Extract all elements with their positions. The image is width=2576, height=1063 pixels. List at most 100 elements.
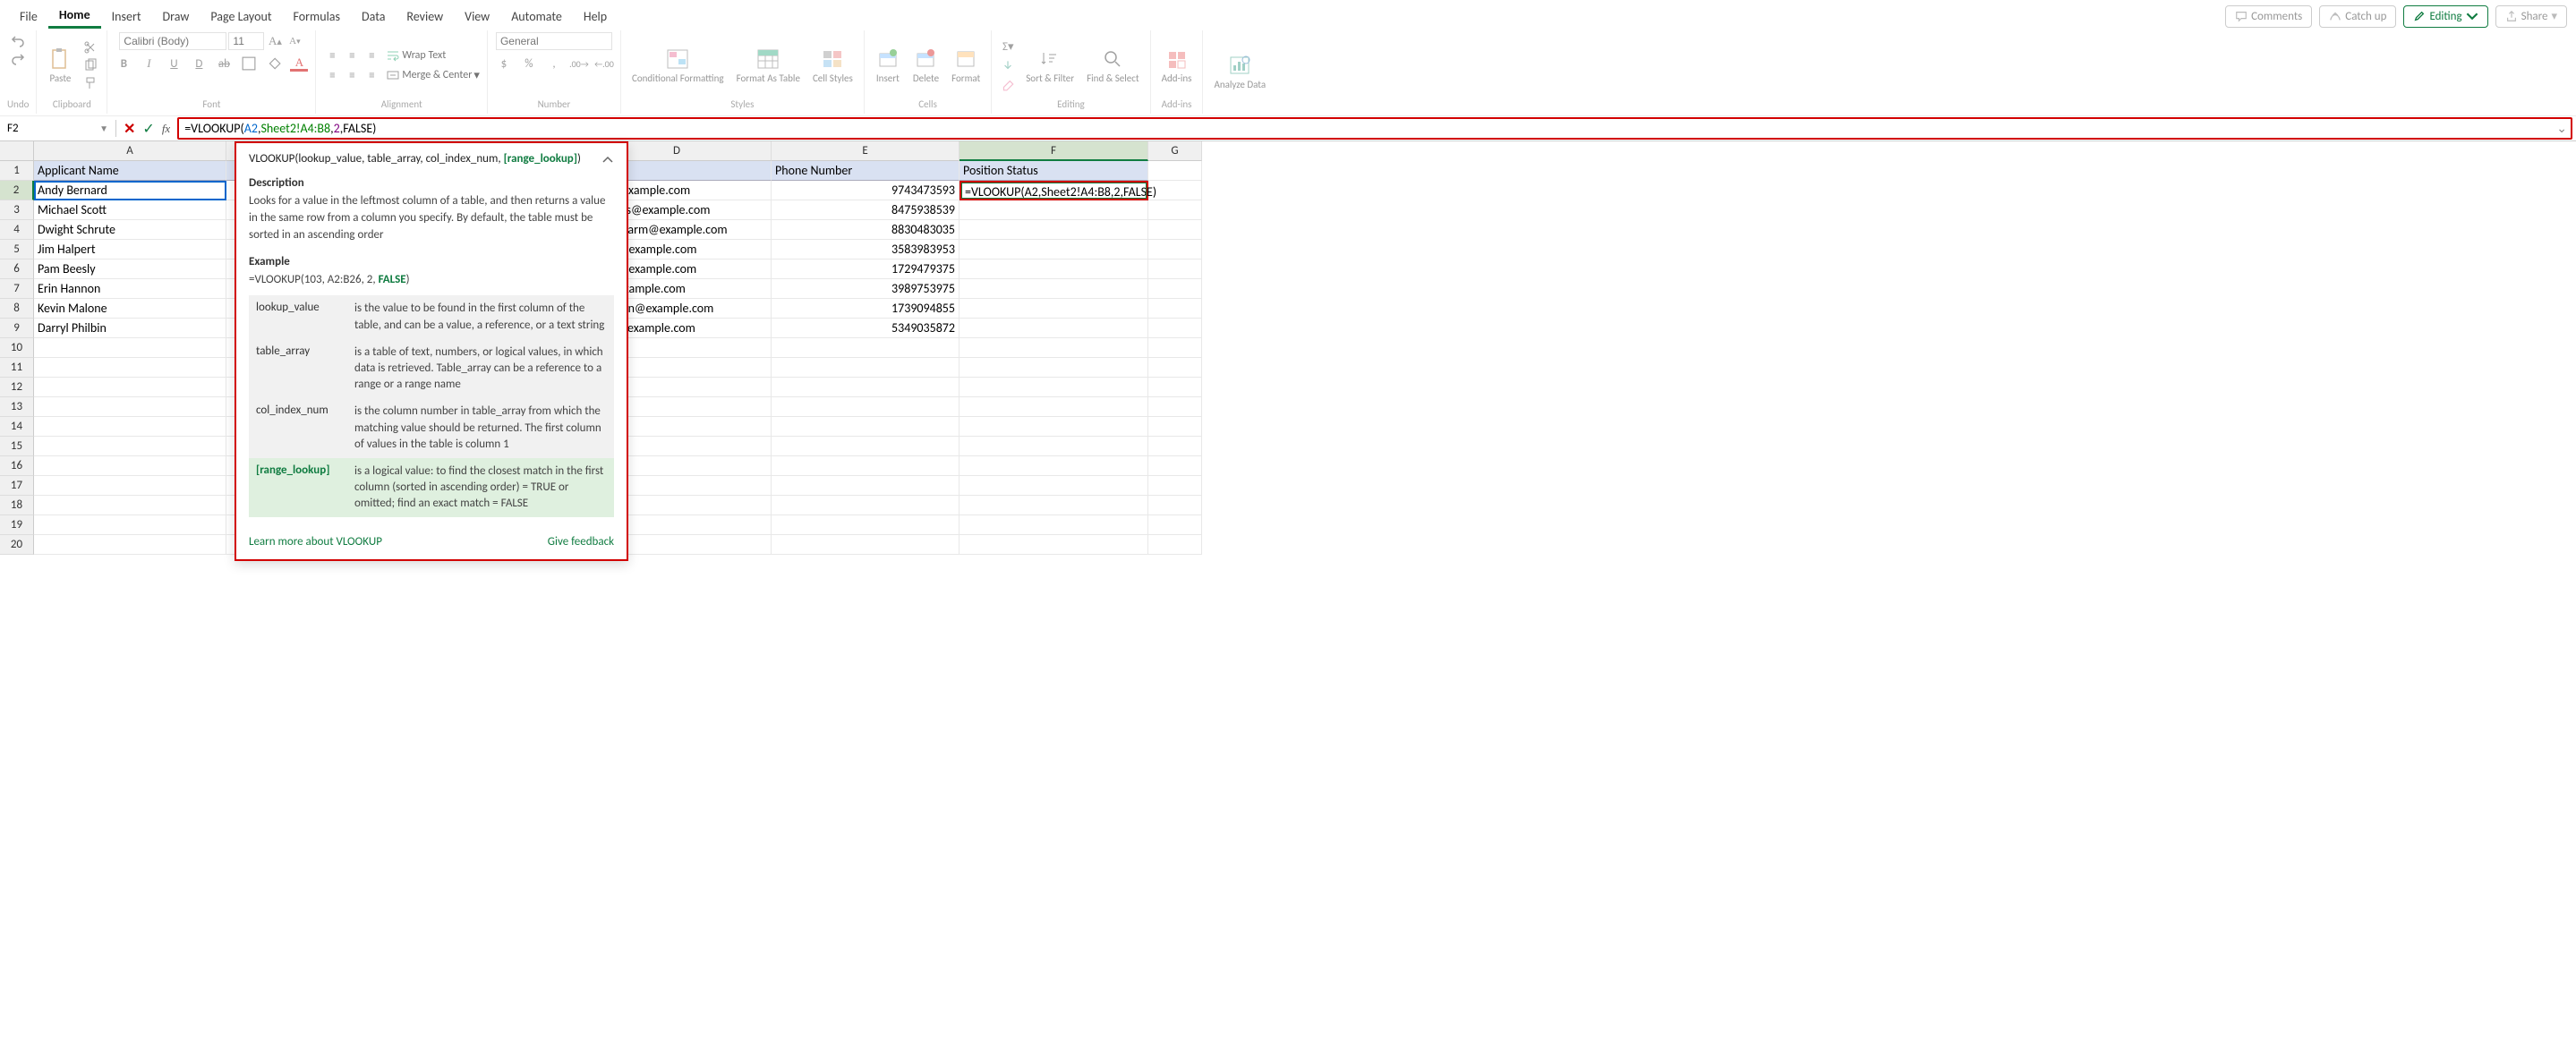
align-bottom-button[interactable]: ≡ [363, 47, 380, 64]
row-header[interactable]: 11 [0, 358, 34, 378]
tab-view[interactable]: View [454, 5, 500, 28]
cell-E20[interactable] [772, 535, 960, 555]
number-format-select[interactable] [496, 32, 612, 50]
cell-A3[interactable]: Michael Scott [34, 200, 226, 220]
tab-help[interactable]: Help [573, 5, 618, 28]
cell-F2[interactable]: =VLOOKUP(A2,Sheet2!A4:B8,2,FALSE) [960, 181, 1148, 200]
tab-page-layout[interactable]: Page Layout [200, 5, 282, 28]
cell-F20[interactable] [960, 535, 1148, 555]
tab-home[interactable]: Home [48, 4, 101, 29]
row-header[interactable]: 20 [0, 535, 34, 555]
cell-A7[interactable]: Erin Hannon [34, 279, 226, 299]
cell-G11[interactable] [1148, 358, 1202, 378]
col-header-A[interactable]: A [34, 141, 226, 161]
cell-G17[interactable] [1148, 476, 1202, 496]
cell-G10[interactable] [1148, 338, 1202, 358]
cell-F10[interactable] [960, 338, 1148, 358]
redo-button[interactable] [9, 50, 27, 66]
format-cells-button[interactable]: Format [948, 45, 984, 86]
cell-F9[interactable] [960, 319, 1148, 338]
cell-F16[interactable] [960, 456, 1148, 476]
font-family-select[interactable] [119, 32, 226, 50]
tab-review[interactable]: Review [396, 5, 454, 28]
cell-A14[interactable] [34, 417, 226, 437]
formula-expand-button[interactable]: ⌄ [2556, 121, 2567, 136]
col-header-G[interactable]: G [1148, 141, 1202, 161]
cell-G13[interactable] [1148, 397, 1202, 417]
cell-G7[interactable] [1148, 279, 1202, 299]
align-left-button[interactable]: ≡ [323, 67, 341, 83]
row-header[interactable]: 16 [0, 456, 34, 476]
tooltip-collapse-button[interactable] [601, 155, 614, 164]
delete-cells-button[interactable]: Delete [909, 45, 943, 86]
bold-button[interactable]: B [115, 55, 132, 72]
formula-input[interactable]: =VLOOKUP(A2,Sheet2!A4:B8,2,FALSE) ⌄ [177, 117, 2572, 140]
catchup-button[interactable]: Catch up [2319, 5, 2396, 28]
decrease-font-button[interactable]: A▾ [286, 33, 303, 49]
tab-draw[interactable]: Draw [152, 5, 200, 28]
percent-button[interactable]: % [520, 55, 538, 72]
sort-filter-button[interactable]: Sort & Filter [1022, 45, 1078, 86]
cell-A18[interactable] [34, 496, 226, 515]
cell-E16[interactable] [772, 456, 960, 476]
underline-button[interactable]: U [165, 55, 183, 72]
formula-cancel-button[interactable]: ✕ [124, 120, 135, 138]
cell-E5[interactable]: 3583983953 [772, 240, 960, 259]
align-middle-button[interactable]: ≡ [343, 47, 361, 64]
cell-G18[interactable] [1148, 496, 1202, 515]
strikethrough-button[interactable]: ab [215, 55, 233, 72]
cell-F7[interactable] [960, 279, 1148, 299]
font-color-button[interactable]: A [290, 55, 308, 72]
cell-E6[interactable]: 1729479375 [772, 259, 960, 279]
borders-button[interactable] [240, 55, 258, 72]
cell-G12[interactable] [1148, 378, 1202, 397]
cell-F1[interactable]: Position Status [960, 161, 1148, 181]
conditional-formatting-button[interactable]: Conditional Formatting [628, 45, 728, 86]
increase-decimal-button[interactable]: .00→ [570, 55, 588, 72]
tab-automate[interactable]: Automate [500, 5, 573, 28]
double-underline-button[interactable]: D [190, 55, 208, 72]
row-header[interactable]: 13 [0, 397, 34, 417]
name-box[interactable]: F2▼ [0, 120, 116, 137]
insert-function-button[interactable]: fx [162, 122, 170, 136]
row-header[interactable]: 1 [0, 161, 34, 181]
col-header-F[interactable]: F [960, 141, 1148, 161]
row-header[interactable]: 8 [0, 299, 34, 319]
cell-F4[interactable] [960, 220, 1148, 240]
cell-G16[interactable] [1148, 456, 1202, 476]
row-header[interactable]: 17 [0, 476, 34, 496]
row-header[interactable]: 3 [0, 200, 34, 220]
cell-F3[interactable] [960, 200, 1148, 220]
row-header[interactable]: 19 [0, 515, 34, 535]
cell-E19[interactable] [772, 515, 960, 535]
paste-button[interactable]: Paste [44, 45, 76, 86]
autosum-button[interactable]: Σ▾ [999, 38, 1017, 55]
tooltip-learn-more-link[interactable]: Learn more about VLOOKUP [249, 535, 382, 549]
cell-F17[interactable] [960, 476, 1148, 496]
cell-A6[interactable]: Pam Beesly [34, 259, 226, 279]
row-header[interactable]: 18 [0, 496, 34, 515]
cell-F14[interactable] [960, 417, 1148, 437]
increase-font-button[interactable]: A▴ [266, 33, 284, 49]
cell-A5[interactable]: Jim Halpert [34, 240, 226, 259]
comments-button[interactable]: Comments [2225, 5, 2312, 28]
cell-A4[interactable]: Dwight Schrute [34, 220, 226, 240]
cell-G8[interactable] [1148, 299, 1202, 319]
cell-styles-button[interactable]: Cell Styles [809, 45, 857, 86]
cell-F8[interactable] [960, 299, 1148, 319]
undo-button[interactable] [9, 32, 27, 48]
cut-button[interactable] [81, 39, 99, 55]
cell-G19[interactable] [1148, 515, 1202, 535]
cell-A16[interactable] [34, 456, 226, 476]
cell-E11[interactable] [772, 358, 960, 378]
cell-F19[interactable] [960, 515, 1148, 535]
cell-A8[interactable]: Kevin Malone [34, 299, 226, 319]
cell-A1[interactable]: Applicant Name [34, 161, 226, 181]
tab-formulas[interactable]: Formulas [283, 5, 351, 28]
cell-F15[interactable] [960, 437, 1148, 456]
row-header[interactable]: 4 [0, 220, 34, 240]
row-header[interactable]: 7 [0, 279, 34, 299]
addins-button[interactable]: Add-ins [1158, 45, 1196, 86]
cell-G4[interactable] [1148, 220, 1202, 240]
row-header[interactable]: 6 [0, 259, 34, 279]
